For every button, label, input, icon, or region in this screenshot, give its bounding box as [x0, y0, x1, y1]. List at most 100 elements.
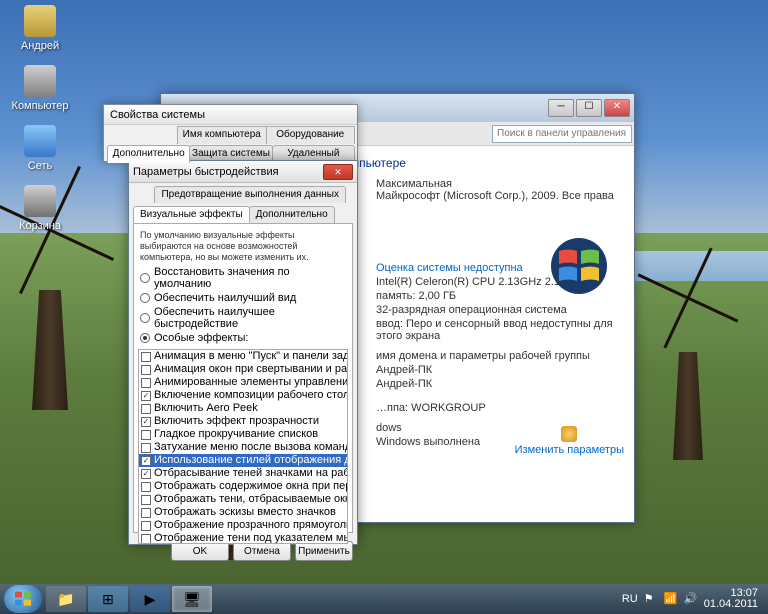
effect-item[interactable]: Отображать тени, отбрасываемые окнами [139, 493, 347, 506]
effect-item[interactable]: Отображение прозрачного прямоугольника в… [139, 519, 347, 532]
effect-item[interactable]: Анимация в меню "Пуск" и панели задач [139, 350, 347, 363]
effect-item[interactable]: Отображать содержимое окна при перетаски… [139, 480, 347, 493]
tab-advanced[interactable]: Дополнительно [107, 145, 190, 163]
effect-label: Отображение прозрачного прямоугольника в… [154, 519, 348, 532]
radio-label: Восстановить значения по умолчанию [154, 266, 346, 290]
workgroup-value: WORKGROUP [411, 402, 486, 414]
checkbox-icon [141, 456, 151, 466]
effect-item[interactable]: Отображение тени под указателем мыши [139, 532, 347, 544]
close-button[interactable]: ✕ [604, 99, 630, 117]
checkbox-icon [141, 391, 151, 401]
tab-dep[interactable]: Предотвращение выполнения данных [154, 186, 346, 203]
tab-hardware[interactable]: Оборудование [266, 126, 356, 144]
checkbox-icon [141, 352, 151, 362]
tab-content: По умолчанию визуальные эффекты выбирают… [133, 223, 353, 533]
effect-label: Отображать тени, отбрасываемые окнами [154, 493, 348, 506]
taskbar-explorer[interactable]: 📁 [46, 586, 86, 612]
radio-label: Обеспечить наилучшее быстродействие [154, 306, 346, 330]
recycle-bin-icon [24, 185, 56, 217]
radio-icon [140, 273, 150, 283]
titlebar[interactable]: Параметры быстродействия ✕ [129, 161, 357, 183]
effect-item[interactable]: Включить эффект прозрачности [139, 415, 347, 428]
radio-icon [140, 293, 150, 303]
effect-item[interactable]: Анимация окон при свертывании и разверты… [139, 363, 347, 376]
radio-option[interactable]: Обеспечить наилучший вид [138, 291, 348, 305]
tab-advanced[interactable]: Дополнительно [249, 206, 335, 223]
maximize-button[interactable]: ☐ [576, 99, 602, 117]
performance-options-dialog: Параметры быстродействия ✕ Предотвращени… [128, 160, 358, 545]
taskbar-system-window[interactable]: 🖥 [172, 586, 212, 612]
checkbox-icon [141, 365, 151, 375]
change-settings-link[interactable]: Изменить параметры [515, 426, 624, 456]
volume-icon[interactable]: 🔊 [684, 592, 698, 606]
effect-label: Затухание меню после вызова команды [154, 441, 348, 454]
effects-checklist[interactable]: Анимация в меню "Пуск" и панели задачАни… [138, 349, 348, 544]
radio-icon [140, 333, 150, 343]
effect-item[interactable]: Включение композиции рабочего стола [139, 389, 347, 402]
effect-label: Включить Aero Peek [154, 402, 258, 415]
radio-icon [140, 313, 150, 323]
checkbox-icon [141, 469, 151, 479]
taskbar-mediaplayer[interactable]: ▶ [130, 586, 170, 612]
effect-label: Анимация окон при свертывании и разверты… [154, 363, 348, 376]
clock[interactable]: 13:07 01.04.2011 [704, 588, 758, 610]
effect-item[interactable]: Анимированные элементы управления и элем… [139, 376, 347, 389]
taskbar: 📁 ⊞ ▶ 🖥 RU ⚑ 📶 🔊 13:07 01.04.2011 [0, 584, 768, 614]
effect-item[interactable]: Отбрасывание теней значками на рабочем с… [139, 467, 347, 480]
cancel-button[interactable]: Отмена [233, 541, 291, 561]
flag-icon[interactable]: ⚑ [644, 592, 658, 606]
checkbox-icon [141, 534, 151, 544]
icon-label: Компьютер [12, 100, 69, 112]
radio-label: Особые эффекты: [154, 332, 248, 344]
checkbox-icon [141, 417, 151, 427]
language-indicator[interactable]: RU [622, 593, 638, 605]
computer-icon [24, 65, 56, 97]
tab-computer-name[interactable]: Имя компьютера [177, 126, 267, 144]
network-tray-icon[interactable]: 📶 [664, 592, 678, 606]
ram-value: 2,00 ГБ [418, 290, 456, 302]
checkbox-icon [141, 443, 151, 453]
radio-option[interactable]: Особые эффекты: [138, 331, 348, 345]
rating-link[interactable]: Оценка системы недоступна [376, 262, 523, 274]
titlebar[interactable]: Свойства системы [104, 105, 357, 125]
touch-value: Перо и сенсорный ввод недоступны для это… [376, 318, 613, 342]
checkbox-icon [141, 482, 151, 492]
desktop-icon-network[interactable]: Сеть [10, 125, 70, 172]
effect-item[interactable]: Использование стилей отображения для око… [139, 454, 347, 467]
search-input[interactable] [492, 125, 632, 143]
radio-option[interactable]: Обеспечить наилучшее быстродействие [138, 305, 348, 331]
checkbox-icon [141, 378, 151, 388]
effect-label: Использование стилей отображения для око… [154, 454, 348, 467]
effect-label: Анимация в меню "Пуск" и панели задач [154, 350, 348, 363]
minimize-button[interactable]: ─ [548, 99, 574, 117]
radio-option[interactable]: Восстановить значения по умолчанию [138, 265, 348, 291]
radio-label: Обеспечить наилучший вид [154, 292, 296, 304]
checkbox-icon [141, 521, 151, 531]
taskbar-app[interactable]: ⊞ [88, 586, 128, 612]
effect-label: Отображение тени под указателем мыши [154, 532, 348, 544]
effect-item[interactable]: Отображать эскизы вместо значков [139, 506, 347, 519]
checkbox-icon [141, 404, 151, 414]
effect-label: Отображать эскизы вместо значков [154, 506, 336, 519]
desktop-icon-recycle[interactable]: Корзина [10, 185, 70, 232]
effect-item[interactable]: Включить Aero Peek [139, 402, 347, 415]
checkbox-icon [141, 508, 151, 518]
close-button[interactable]: ✕ [323, 164, 353, 180]
shield-icon [561, 426, 577, 442]
checkbox-icon [141, 495, 151, 505]
icon-label: Андрей [21, 40, 59, 52]
network-icon [24, 125, 56, 157]
desktop-icon-user[interactable]: Андрей [10, 5, 70, 52]
desktop-icon-computer[interactable]: Компьютер [10, 65, 70, 112]
effect-label: Отображать содержимое окна при перетаски… [154, 480, 348, 493]
tab-visual-effects[interactable]: Визуальные эффекты [133, 206, 250, 223]
effect-item[interactable]: Гладкое прокручивание списков [139, 428, 347, 441]
effect-label: Отбрасывание теней значками на рабочем с… [154, 467, 348, 480]
icon-label: Сеть [28, 160, 52, 172]
apply-button[interactable]: Применить [295, 541, 353, 561]
effect-label: Анимированные элементы управления и элем… [154, 376, 348, 389]
start-button[interactable] [4, 585, 42, 613]
effect-item[interactable]: Затухание меню после вызова команды [139, 441, 347, 454]
system-tray: RU ⚑ 📶 🔊 13:07 01.04.2011 [622, 588, 764, 610]
ok-button[interactable]: OK [171, 541, 229, 561]
